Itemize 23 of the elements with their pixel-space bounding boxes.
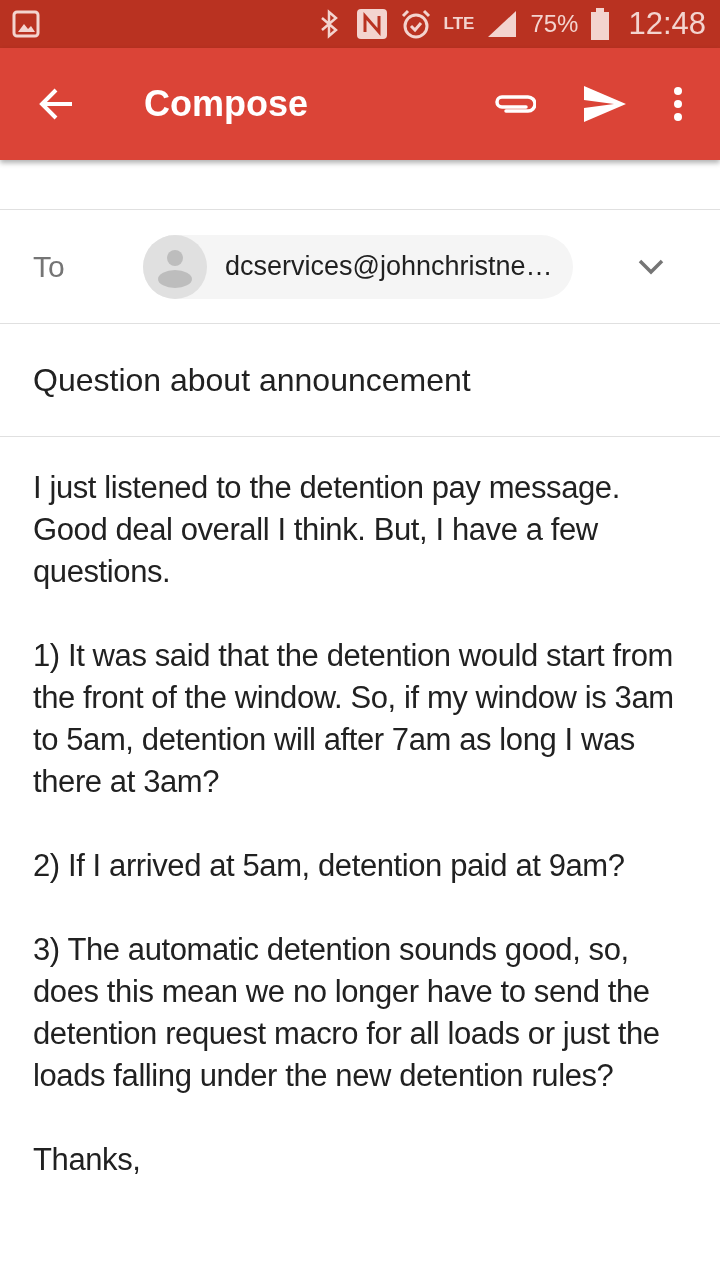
- nfc-icon: [355, 8, 388, 40]
- network-type: LTE: [443, 14, 475, 34]
- expand-chevron-icon[interactable]: [638, 258, 664, 275]
- paperclip-icon[interactable]: [492, 92, 536, 116]
- send-icon[interactable]: [584, 86, 626, 122]
- body-paragraph: 2) If I arrived at 5am, detention paid at 9am?: [33, 847, 626, 885]
- subject-field[interactable]: Question about announcement: [33, 361, 471, 399]
- to-label: To: [33, 249, 66, 284]
- body-paragraph: Thanks,: [33, 1141, 142, 1179]
- body-paragraph: 3) The automatic detention sounds good, so, does this mean we no longer have to send the detention request macro for all loads or just the loads falling under the new detention rules?: [33, 931, 661, 1095]
- back-arrow-icon[interactable]: [38, 86, 74, 122]
- screen-title: Compose: [144, 83, 309, 125]
- body-paragraph: 1) It was said that the detention would start from the front of the window. So, if my window is 3am to 5am, detention will after 7am as long I was there at 3am?: [33, 637, 675, 801]
- more-options-icon[interactable]: [674, 87, 682, 121]
- alarm-icon: [399, 8, 432, 40]
- picture-notification-icon: [12, 10, 40, 38]
- clock: 12:48: [628, 6, 706, 42]
- battery-icon: [590, 8, 611, 40]
- signal-icon: [486, 9, 519, 39]
- recipient-chip[interactable]: dcservices@johnchristne…: [143, 234, 573, 299]
- battery-percent: 75%: [530, 10, 579, 38]
- avatar-icon: [143, 234, 207, 299]
- body-paragraph: I just listened to the detention pay message. Good deal overall I think. But, I have a few questions.: [33, 469, 621, 591]
